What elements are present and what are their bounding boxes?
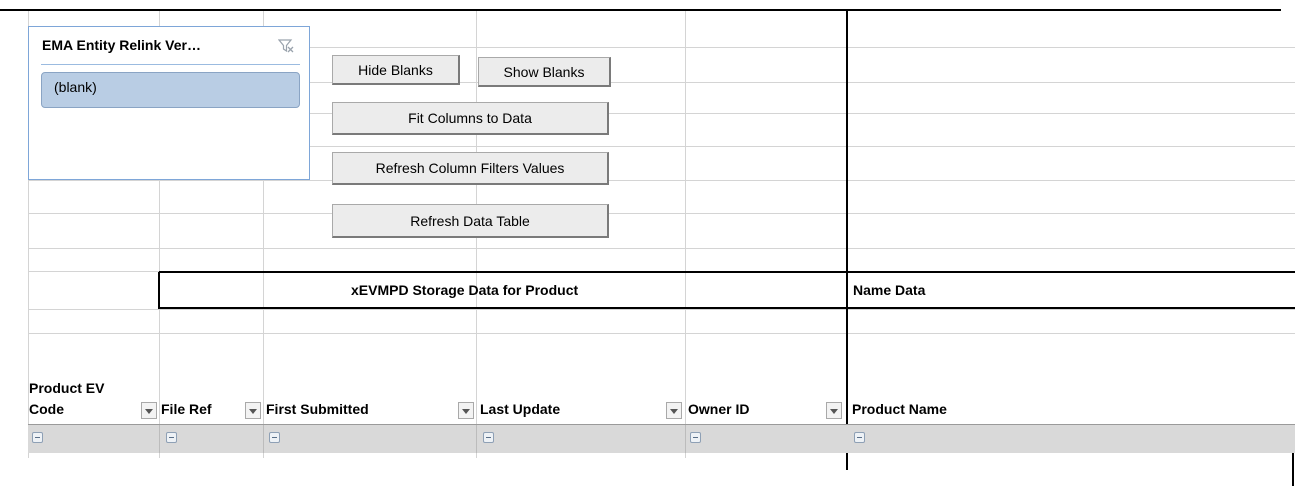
collapse-icon[interactable] bbox=[166, 432, 177, 443]
gridline bbox=[263, 425, 264, 453]
section-header-name-data: Name Data bbox=[853, 282, 926, 298]
gridline bbox=[685, 425, 686, 453]
collapse-icon[interactable] bbox=[269, 432, 280, 443]
gridline bbox=[28, 309, 1295, 310]
refresh-filters-button[interactable]: Refresh Column Filters Values bbox=[332, 152, 609, 185]
filter-dropdown-icon[interactable] bbox=[245, 402, 261, 419]
gridline bbox=[476, 425, 477, 453]
right-border bbox=[1292, 452, 1294, 486]
column-header-product-ev-code-line2: Code bbox=[29, 401, 64, 417]
column-header-last-update: Last Update bbox=[480, 401, 561, 417]
section-header-left-border bbox=[158, 271, 160, 309]
collapse-icon[interactable] bbox=[854, 432, 865, 443]
column-header-file-ref: File Ref bbox=[161, 401, 212, 417]
subtotal-row bbox=[28, 425, 1295, 453]
gridline bbox=[28, 271, 159, 272]
gridline bbox=[28, 213, 1295, 214]
gridline bbox=[28, 333, 1295, 334]
filter-dropdown-icon[interactable] bbox=[458, 402, 474, 419]
gridline bbox=[685, 10, 686, 458]
column-header-product-name: Product Name bbox=[852, 401, 947, 417]
collapse-icon[interactable] bbox=[32, 432, 43, 443]
hide-blanks-button[interactable]: Hide Blanks bbox=[332, 55, 460, 85]
show-blanks-button[interactable]: Show Blanks bbox=[478, 57, 611, 87]
column-header-product-ev-code-line1: Product EV bbox=[29, 380, 105, 396]
gridline bbox=[28, 180, 1295, 181]
column-header-owner-id: Owner ID bbox=[688, 401, 750, 417]
slicer-panel: EMA Entity Relink Ver… (blank) bbox=[28, 26, 310, 180]
slicer-title: EMA Entity Relink Ver… bbox=[42, 37, 201, 53]
column-divider bbox=[846, 10, 848, 470]
gridline bbox=[28, 248, 1295, 249]
top-border bbox=[0, 9, 1281, 11]
filter-dropdown-icon[interactable] bbox=[666, 402, 682, 419]
gridline bbox=[159, 425, 160, 453]
filter-dropdown-icon[interactable] bbox=[826, 402, 842, 419]
slicer-title-underline bbox=[41, 64, 300, 65]
section-header-top-border bbox=[159, 271, 1295, 273]
collapse-icon[interactable] bbox=[690, 432, 701, 443]
fit-columns-button[interactable]: Fit Columns to Data bbox=[332, 102, 609, 135]
slicer-item[interactable]: (blank) bbox=[41, 72, 300, 108]
section-header-storage: xEVMPD Storage Data for Product bbox=[351, 282, 579, 298]
column-header-first-submitted: First Submitted bbox=[266, 401, 369, 417]
collapse-icon[interactable] bbox=[483, 432, 494, 443]
clear-filter-icon[interactable] bbox=[277, 38, 294, 54]
refresh-table-button[interactable]: Refresh Data Table bbox=[332, 204, 609, 238]
filter-dropdown-icon[interactable] bbox=[141, 402, 157, 419]
section-header-bottom-border bbox=[159, 307, 1295, 309]
